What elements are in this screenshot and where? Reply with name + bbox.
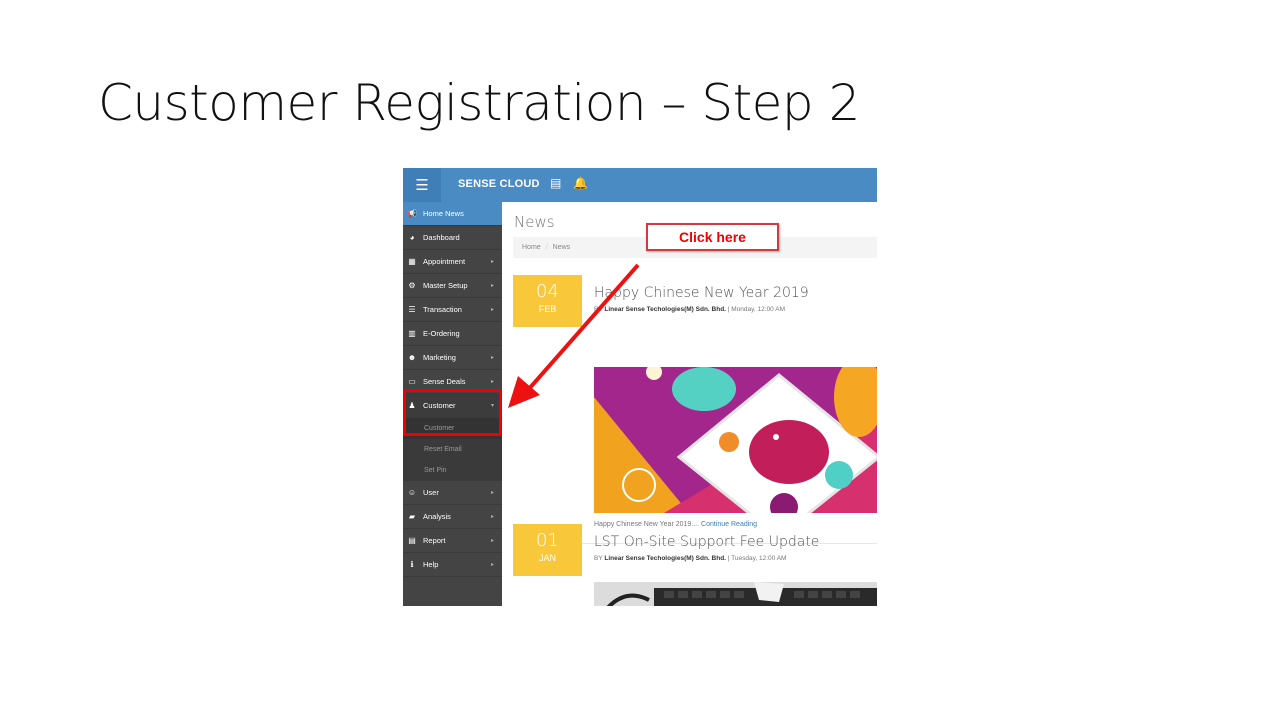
breadcrumb-separator: / — [545, 244, 548, 251]
post-time: | Tuesday, 12:00 AM — [727, 555, 787, 562]
sidebar-item-label: Help — [423, 560, 439, 569]
sidebar-item-help[interactable]: ℹ Help ▸ — [403, 553, 502, 577]
chevron-right-icon: ▸ — [490, 355, 494, 361]
breadcrumb-home[interactable]: Home — [522, 244, 541, 251]
post-time: | Monday, 12:00 AM — [727, 306, 785, 313]
sidebar-item-user[interactable]: ☺ User ▸ — [403, 481, 502, 505]
sidebar-item-label: Analysis — [423, 512, 451, 521]
chevron-right-icon: ▸ — [490, 283, 494, 289]
smile-icon: ☺ — [407, 488, 417, 497]
top-bar: ☰ SENSE CLOUD ▤ 🔔 — [403, 168, 877, 202]
post-title[interactable]: Happy Chinese New Year 2019 — [594, 285, 809, 301]
sidebar-item-transaction[interactable]: ☰ Transaction ▸ — [403, 298, 502, 322]
dashboard-icon: ◕ — [409, 233, 415, 242]
chevron-right-icon: ▸ — [490, 379, 494, 385]
post-day: 04 — [536, 281, 559, 302]
calendar-icon: ▦ — [408, 257, 416, 266]
sidebar-item-label: Report — [423, 536, 446, 545]
sidebar-item-label: Marketing — [423, 353, 456, 362]
submenu-item-reset-email[interactable]: Reset Email — [403, 439, 502, 460]
sidebar-item-master-setup[interactable]: ⚙ Master Setup ▸ — [403, 274, 502, 298]
sidebar-item-e-ordering[interactable]: ▥ E-Ordering — [403, 322, 502, 346]
chevron-right-icon: ▸ — [490, 514, 494, 520]
info-icon: ℹ — [410, 560, 414, 569]
credit-card-icon: ▭ — [408, 377, 416, 386]
sidebar-item-label: Master Setup — [423, 281, 468, 290]
sidebar-item-label: Transaction — [423, 305, 462, 314]
sidebar-item-label: Sense Deals — [423, 377, 466, 386]
file-icon: ▤ — [408, 536, 416, 545]
breadcrumb-current: News — [552, 244, 571, 251]
post-meta: BY Linear Sense Techologies(M) Sdn. Bhd.… — [594, 306, 785, 313]
submenu-item-set-pin[interactable]: Set Pin — [403, 460, 502, 481]
chevron-right-icon: ▸ — [490, 307, 494, 313]
menu-icon[interactable]: ☰ — [403, 168, 441, 202]
chevron-right-icon: ▸ — [490, 538, 494, 544]
post-excerpt: Happy Chinese New Year 2019.... Continue… — [594, 521, 757, 528]
sidebar-item-dashboard[interactable]: ◕ Dashboard — [403, 226, 502, 250]
sidebar-item-label: Appointment — [423, 257, 466, 266]
main-content: News Home / News 04 FEB Happy Chinese Ne… — [502, 202, 877, 606]
sidebar-item-label: Dashboard — [423, 233, 460, 242]
sidebar-item-report[interactable]: ▤ Report ▸ — [403, 529, 502, 553]
users-icon: ☻ — [407, 353, 417, 362]
slide-title: Customer Registration – Step 2 — [98, 74, 860, 132]
chevron-right-icon: ▸ — [490, 259, 494, 265]
post-author: Linear Sense Techologies(M) Sdn. Bhd. — [604, 555, 726, 562]
post-by: BY — [594, 306, 603, 313]
book-icon: ▰ — [408, 512, 416, 521]
post-month: FEB — [538, 304, 557, 314]
sidebar-item-label: User — [423, 488, 439, 497]
click-here-callout: Click here — [646, 223, 779, 251]
post-date-badge: 04 FEB — [513, 275, 582, 327]
continue-reading-link[interactable]: Continue Reading — [701, 521, 757, 528]
post-date-badge: 01 JAN — [513, 524, 582, 576]
sidebar-item-home-news[interactable]: 📢 Home News — [403, 202, 502, 226]
chevron-right-icon: ▸ — [490, 490, 494, 496]
chevron-right-icon: ▸ — [490, 562, 494, 568]
post-by: BY — [594, 555, 603, 562]
post-image-support[interactable] — [594, 582, 877, 606]
post-title[interactable]: LST On-Site Support Fee Update — [594, 534, 819, 550]
post-image-chinese-new-year[interactable] — [594, 367, 877, 513]
post-meta: BY Linear Sense Techologies(M) Sdn. Bhd.… — [594, 555, 786, 562]
list-icon: ☰ — [408, 305, 416, 314]
post-day: 01 — [536, 530, 559, 551]
sidebar-item-label: Home News — [423, 209, 464, 218]
brand-name: SENSE CLOUD — [458, 178, 540, 190]
sidebar-item-appointment[interactable]: ▦ Appointment ▸ — [403, 250, 502, 274]
post-author: Linear Sense Techologies(M) Sdn. Bhd. — [604, 306, 726, 313]
sidebar-item-label: E-Ordering — [423, 329, 460, 338]
sidebar-item-analysis[interactable]: ▰ Analysis ▸ — [403, 505, 502, 529]
excerpt-text: Happy Chinese New Year 2019.... — [594, 521, 700, 528]
customer-highlight-box — [403, 389, 502, 436]
server-icon[interactable]: ▤ — [550, 176, 561, 190]
post-month: JAN — [538, 553, 556, 563]
cogs-icon: ⚙ — [408, 281, 416, 290]
bell-icon[interactable]: 🔔 — [573, 176, 588, 190]
page-title: News — [514, 213, 555, 231]
app-screenshot: ☰ SENSE CLOUD ▤ 🔔 📢 Home News ◕ Dashboard ▦ A… — [403, 168, 877, 606]
bullhorn-icon: 📢 — [407, 209, 417, 218]
sidebar-item-marketing[interactable]: ☻ Marketing ▸ — [403, 346, 502, 370]
barcode-icon: ▥ — [408, 329, 416, 338]
